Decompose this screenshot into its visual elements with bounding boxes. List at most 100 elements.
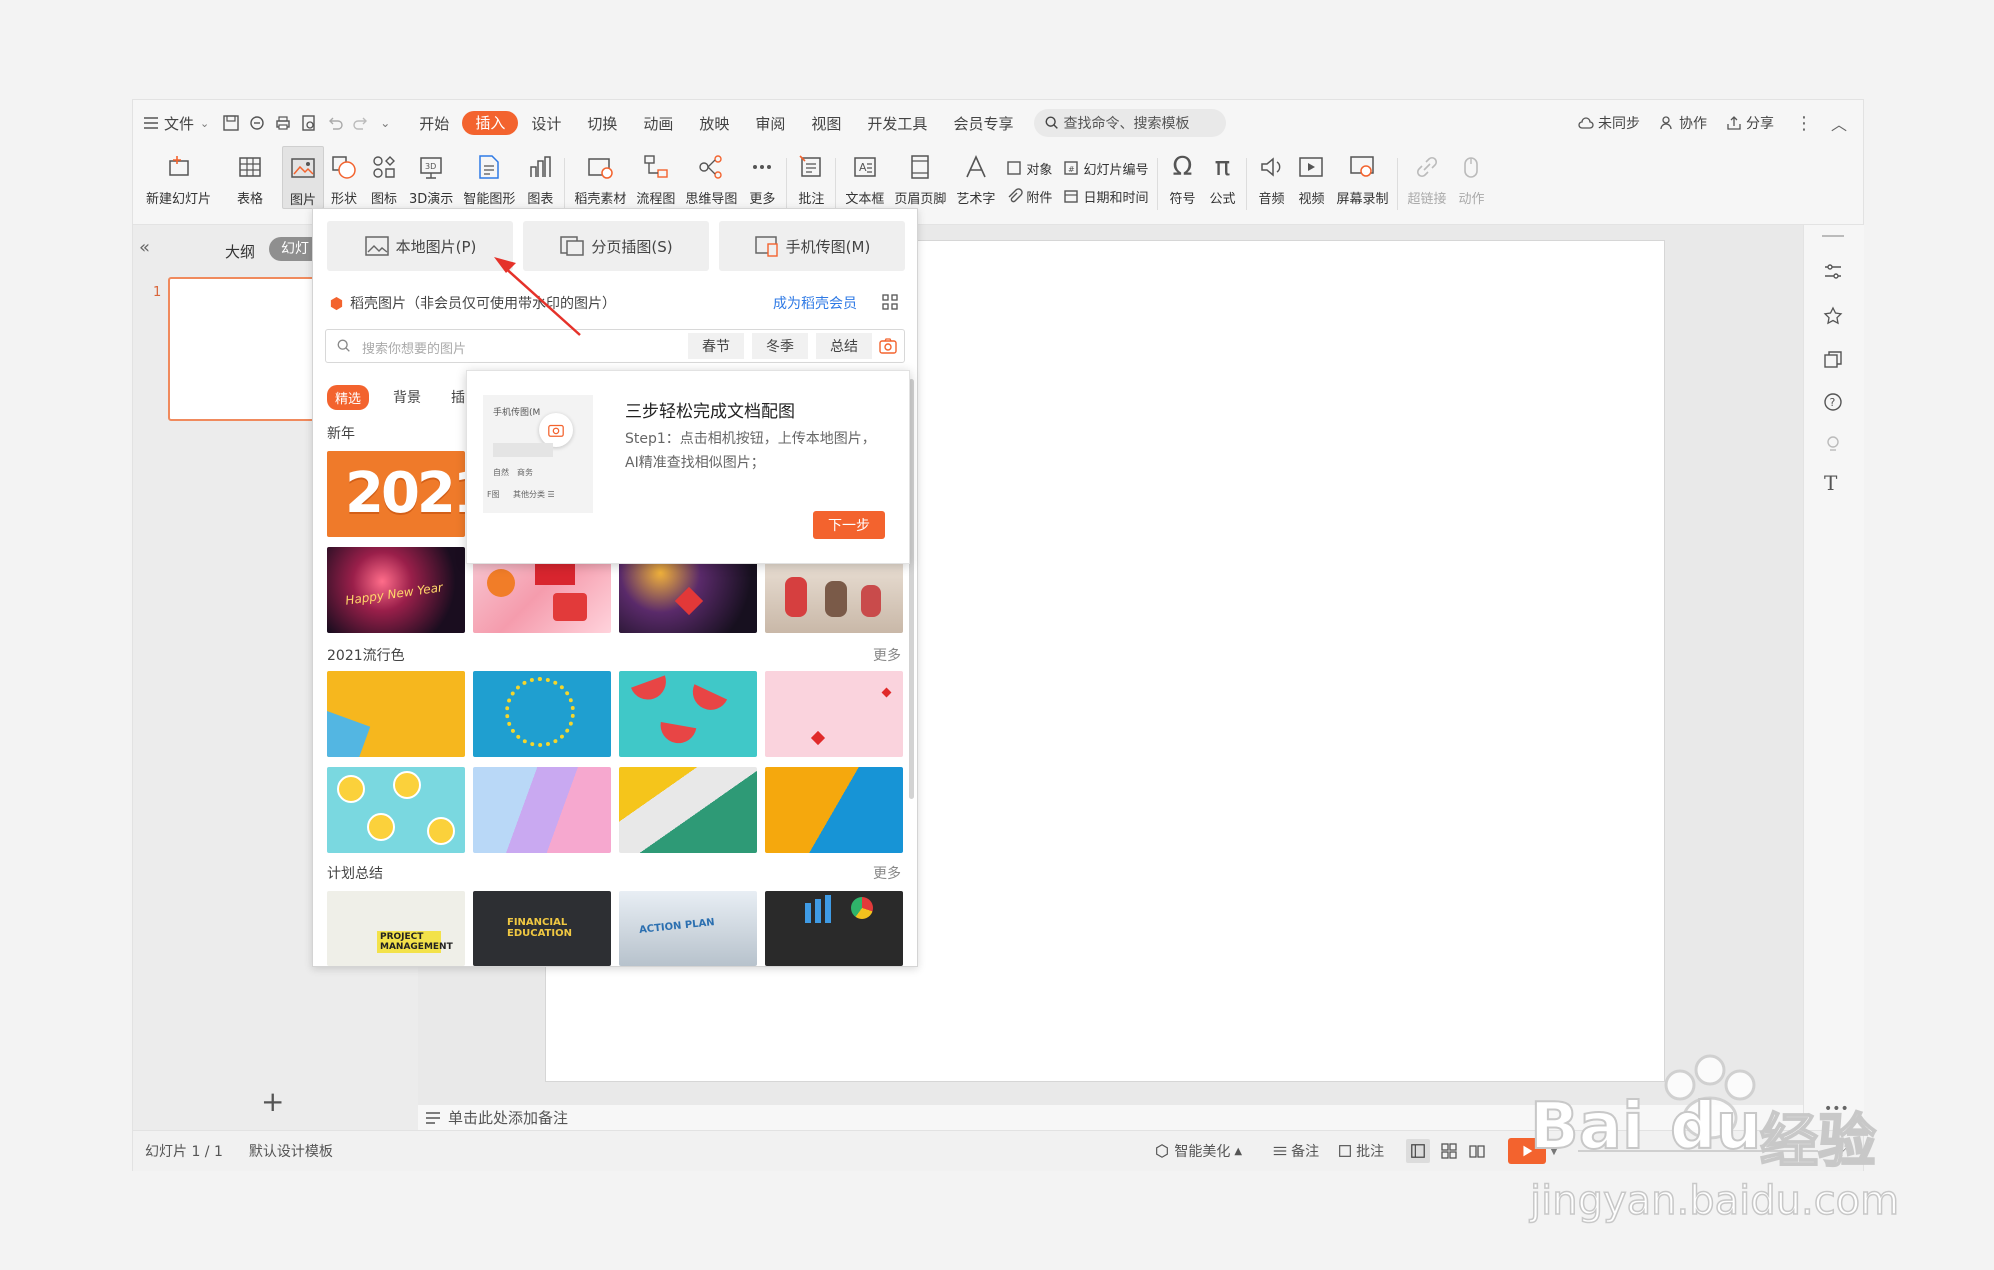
thumb-watermelon[interactable] — [619, 671, 757, 757]
flowchart-button[interactable]: 流程图 — [631, 146, 680, 207]
symbol-button[interactable]: Ω 符号 — [1162, 146, 1202, 207]
tab-developer[interactable]: 开发工具 — [854, 113, 940, 134]
grid-view-icon[interactable] — [1440, 1142, 1458, 1160]
normal-view-button[interactable] — [1406, 1139, 1431, 1163]
sync-status[interactable]: 未同步 — [1568, 106, 1649, 140]
command-search[interactable]: 查找命令、搜索模板 — [1034, 109, 1227, 137]
comment-button[interactable]: 批注 — [791, 146, 831, 207]
tab-view[interactable]: 视图 — [798, 113, 854, 134]
thumb-financial-education[interactable]: FINANCIAL EDUCATION — [473, 891, 611, 966]
become-member-link[interactable]: 成为稻壳会员 — [773, 293, 857, 313]
outline-tab[interactable]: 大纲 — [225, 241, 255, 262]
add-slide-icon[interactable]: + — [261, 1085, 284, 1118]
thumb-lemons[interactable] — [327, 767, 465, 853]
thumb-orange-blue[interactable] — [765, 767, 903, 853]
collapse-panel-icon[interactable]: « — [139, 237, 150, 258]
tag-spring-festival[interactable]: 春节 — [688, 333, 744, 359]
slide-number-button[interactable]: # 幻灯片编号 — [1062, 154, 1148, 182]
text-tool-icon[interactable]: T — [1824, 471, 1837, 495]
help-icon[interactable]: ? — [1822, 391, 1844, 413]
thumb-yellow[interactable] — [327, 671, 465, 757]
tab-start[interactable]: 开始 — [406, 113, 462, 134]
smartart-button[interactable]: 智能图形 — [458, 146, 520, 207]
save-button[interactable] — [218, 106, 244, 140]
tag-summary[interactable]: 总结 — [816, 333, 872, 359]
category-background[interactable]: 背景 — [393, 387, 421, 407]
wordart-button[interactable]: 艺术字 — [951, 146, 1000, 207]
thumb-action-plan[interactable]: ACTION PLAN — [619, 891, 757, 966]
notes-toggle[interactable]: 备注 — [1272, 1141, 1319, 1161]
comment-toggle[interactable]: 批注 — [1337, 1141, 1384, 1161]
demo3d-button[interactable]: 3D 3D演示 — [404, 146, 458, 207]
audio-button[interactable]: 音频 — [1251, 146, 1291, 207]
table-button[interactable]: 表格 — [230, 146, 270, 207]
thumb-pink-hearts[interactable] — [765, 671, 903, 757]
video-button[interactable]: 视频 — [1291, 146, 1331, 207]
tag-winter[interactable]: 冬季 — [752, 333, 808, 359]
tab-review[interactable]: 审阅 — [742, 113, 798, 134]
tab-design[interactable]: 设计 — [518, 113, 574, 134]
thumb-2021[interactable]: 2021 — [327, 451, 465, 537]
reading-view-icon[interactable] — [1468, 1142, 1486, 1160]
tip-next-button[interactable]: 下一步 — [813, 511, 885, 539]
layers-icon[interactable] — [1822, 349, 1844, 371]
thumb-business-charts[interactable] — [765, 891, 903, 966]
new-slide-button[interactable]: 新建幻灯片 — [141, 146, 216, 207]
share-button[interactable]: 分享 — [1716, 106, 1783, 140]
speaker-icon — [1256, 152, 1286, 182]
datetime-button[interactable]: 日期和时间 — [1062, 182, 1148, 210]
thumb-geometric[interactable] — [619, 767, 757, 853]
tab-transition[interactable]: 切换 — [574, 113, 630, 134]
sliders-icon[interactable] — [1822, 261, 1844, 283]
print-preview-button[interactable] — [296, 106, 322, 140]
collapse-ribbon-button[interactable]: ︿ — [1825, 106, 1863, 140]
thumb-project-management[interactable]: PROJECT MANAGEMENT — [327, 891, 465, 966]
screen-record-button[interactable]: 屏幕录制 — [1331, 146, 1393, 207]
star-icon[interactable] — [1822, 305, 1844, 327]
thumb-fireworks[interactable]: Happy New Year — [327, 547, 465, 633]
undo-button[interactable] — [322, 106, 348, 140]
template-name[interactable]: 默认设计模板 — [249, 1141, 333, 1161]
more-colors-link[interactable]: 更多 — [873, 645, 901, 665]
redo-button[interactable] — [348, 106, 374, 140]
thumb-pastel[interactable] — [473, 767, 611, 853]
camera-icon[interactable] — [878, 336, 898, 356]
lightbulb-icon[interactable] — [1822, 433, 1844, 455]
chart-button[interactable]: 图表 — [520, 146, 560, 207]
tab-slideshow[interactable]: 放映 — [686, 113, 742, 134]
attachment-button[interactable]: 附件 — [1005, 182, 1052, 210]
action-button[interactable]: 动作 — [1451, 146, 1491, 207]
material-button[interactable]: 稻壳素材 — [569, 146, 631, 207]
icon-button[interactable]: 图标 — [364, 146, 404, 207]
picture-search-box[interactable]: 搜索你想要的图片 春节 冬季 总结 — [325, 329, 905, 363]
export-button[interactable] — [244, 106, 270, 140]
save-icon — [223, 115, 239, 131]
hyperlink-button[interactable]: 超链接 — [1402, 146, 1451, 207]
mindmap-button[interactable]: 思维导图 — [680, 146, 742, 207]
header-footer-button[interactable]: 页眉页脚 — [889, 146, 951, 207]
tab-member[interactable]: 会员专享 — [940, 113, 1026, 134]
section-newyear: 新年 — [327, 426, 355, 442]
apps-grid-icon[interactable] — [881, 293, 899, 311]
collab-button[interactable]: 协作 — [1649, 106, 1716, 140]
more-insert-button[interactable]: 更多 — [742, 146, 782, 207]
thumb-wreath[interactable] — [473, 671, 611, 757]
smart-beautify-button[interactable]: 智能美化 ▲ — [1154, 1141, 1242, 1161]
print-button[interactable] — [270, 106, 296, 140]
more-plan-link[interactable]: 更多 — [873, 863, 901, 883]
slide-thumbnail[interactable] — [168, 277, 327, 421]
more-menu-button[interactable]: ⋮ — [1783, 106, 1825, 140]
quick-access-dropdown[interactable]: ⌄ — [374, 106, 396, 140]
shape-button[interactable]: 形状 — [324, 146, 364, 207]
formula-button[interactable]: π 公式 — [1202, 146, 1242, 207]
watermark-brand-2: du — [1669, 1089, 1762, 1165]
object-button[interactable]: 对象 — [1005, 154, 1052, 182]
phone-transfer-button[interactable]: 手机传图(M) — [719, 221, 905, 271]
tab-insert[interactable]: 插入 — [462, 111, 519, 135]
tab-animation[interactable]: 动画 — [630, 113, 686, 134]
picture-button[interactable]: 图片 — [282, 146, 325, 209]
category-featured[interactable]: 精选 — [327, 385, 370, 410]
file-menu[interactable]: 文件 ⌄ — [133, 106, 218, 140]
category-illustration[interactable]: 插 — [451, 387, 465, 407]
textbox-button[interactable]: A 文本框 — [840, 146, 889, 207]
